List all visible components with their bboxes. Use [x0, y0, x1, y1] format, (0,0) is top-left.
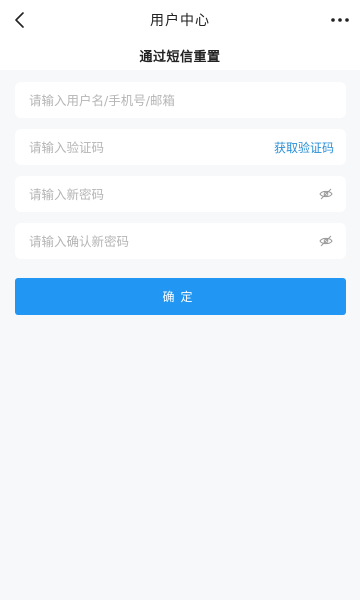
- chevron-left-icon: [15, 12, 24, 28]
- new-password-input[interactable]: [29, 186, 318, 202]
- new-password-field: [15, 176, 346, 212]
- verification-code-input[interactable]: [29, 139, 274, 155]
- more-button[interactable]: [328, 8, 352, 32]
- section-title: 通过短信重置: [139, 49, 221, 65]
- get-code-button[interactable]: 获取验证码: [274, 139, 334, 156]
- verification-code-field: 获取验证码: [15, 129, 346, 165]
- confirm-button[interactable]: 确定: [15, 278, 346, 315]
- toggle-password-visibility[interactable]: [318, 186, 334, 202]
- back-button[interactable]: [8, 8, 32, 32]
- page-title: 用户中心: [150, 13, 210, 29]
- section-header: 通过短信重置: [0, 40, 360, 70]
- username-input[interactable]: [29, 92, 334, 108]
- toggle-confirm-password-visibility[interactable]: [318, 233, 334, 249]
- username-field: [15, 82, 346, 118]
- navigation-bar: 用户中心: [0, 0, 360, 40]
- confirm-password-field: [15, 223, 346, 259]
- eye-off-icon: [319, 188, 333, 200]
- confirm-password-input[interactable]: [29, 233, 318, 249]
- more-horizontal-icon: [331, 18, 349, 22]
- reset-password-page: 用户中心 通过短信重置 获取验证码: [0, 0, 360, 600]
- eye-off-icon: [319, 235, 333, 247]
